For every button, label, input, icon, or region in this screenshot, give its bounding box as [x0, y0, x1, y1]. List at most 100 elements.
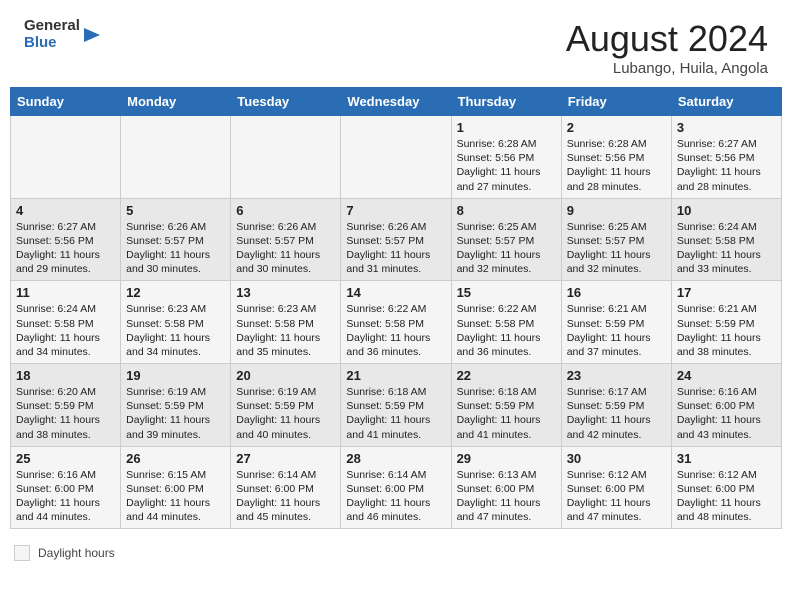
day-info: Sunrise: 6:28 AM Sunset: 5:56 PM Dayligh… — [567, 137, 666, 194]
day-number: 10 — [677, 203, 776, 218]
day-info: Sunrise: 6:23 AM Sunset: 5:58 PM Dayligh… — [236, 302, 335, 359]
day-cell-15: 15 Sunrise: 6:22 AM Sunset: 5:58 PM Dayli… — [451, 281, 561, 364]
logo-general-text: General — [24, 18, 80, 35]
day-number: 15 — [457, 285, 556, 300]
week-row-4: 18 Sunrise: 6:20 AM Sunset: 5:59 PM Dayli… — [11, 364, 782, 447]
day-info: Sunrise: 6:14 AM Sunset: 6:00 PM Dayligh… — [236, 468, 335, 525]
day-info: Sunrise: 6:15 AM Sunset: 6:00 PM Dayligh… — [126, 468, 225, 525]
day-cell-27: 27Sunrise: 6:14 AM Sunset: 6:00 PM Dayli… — [231, 446, 341, 529]
day-number: 16 — [567, 285, 666, 300]
day-info: Sunrise: 6:19 AM Sunset: 5:59 PM Dayligh… — [126, 385, 225, 442]
day-number: 2 — [567, 120, 666, 135]
day-info: Sunrise: 6:27 AM Sunset: 5:56 PM Dayligh… — [16, 220, 115, 277]
logo-chevron-icon — [82, 26, 100, 44]
logo-text-block: General Blue — [24, 18, 80, 51]
day-number: 14 — [346, 285, 445, 300]
day-cell-5: 5 Sunrise: 6:26 AM Sunset: 5:57 PM Daylig… — [121, 198, 231, 281]
day-cell-25: 25 Sunrise: 6:16 AM Sunset: 6:00 PM Dayli… — [11, 446, 121, 529]
day-header-sunday: Sunday — [11, 88, 121, 116]
day-info: Sunrise: 6:26 AM Sunset: 5:57 PM Dayligh… — [236, 220, 335, 277]
day-cell-21: 21Sunrise: 6:18 AM Sunset: 5:59 PM Dayli… — [341, 364, 451, 447]
day-number: 6 — [236, 203, 335, 218]
week-row-5: 25 Sunrise: 6:16 AM Sunset: 6:00 PM Dayli… — [11, 446, 782, 529]
day-cell-23: 23 Sunrise: 6:17 AM Sunset: 5:59 PM Dayli… — [561, 364, 671, 447]
day-info: Sunrise: 6:18 AM Sunset: 5:59 PM Dayligh… — [457, 385, 556, 442]
day-info: Sunrise: 6:28 AM Sunset: 5:56 PM Dayligh… — [457, 137, 556, 194]
calendar-title: August 2024 — [566, 18, 768, 60]
empty-cell — [231, 116, 341, 199]
empty-cell — [11, 116, 121, 199]
day-info: Sunrise: 6:25 AM Sunset: 5:57 PM Dayligh… — [567, 220, 666, 277]
day-info: Sunrise: 6:17 AM Sunset: 5:59 PM Dayligh… — [567, 385, 666, 442]
day-info: Sunrise: 6:21 AM Sunset: 5:59 PM Dayligh… — [677, 302, 776, 359]
day-number: 12 — [126, 285, 225, 300]
day-number: 28 — [346, 451, 445, 466]
day-cell-20: 20 Sunrise: 6:19 AM Sunset: 5:59 PM Dayli… — [231, 364, 341, 447]
day-info: Sunrise: 6:22 AM Sunset: 5:58 PM Dayligh… — [457, 302, 556, 359]
day-cell-4: 4 Sunrise: 6:27 AM Sunset: 5:56 PM Daylig… — [11, 198, 121, 281]
day-number: 26 — [126, 451, 225, 466]
day-info: Sunrise: 6:21 AM Sunset: 5:59 PM Dayligh… — [567, 302, 666, 359]
logo: General Blue — [24, 18, 100, 51]
day-header-monday: Monday — [121, 88, 231, 116]
title-block: August 2024 Lubango, Huila, Angola — [566, 18, 768, 77]
day-cell-9: 9 Sunrise: 6:25 AM Sunset: 5:57 PM Daylig… — [561, 198, 671, 281]
day-cell-14: 14 Sunrise: 6:22 AM Sunset: 5:58 PM Dayli… — [341, 281, 451, 364]
logo-container: General Blue — [24, 18, 100, 51]
day-cell-30: 30 Sunrise: 6:12 AM Sunset: 6:00 PM Dayli… — [561, 446, 671, 529]
day-number: 13 — [236, 285, 335, 300]
day-info: Sunrise: 6:24 AM Sunset: 5:58 PM Dayligh… — [677, 220, 776, 277]
day-number: 20 — [236, 368, 335, 383]
day-header-thursday: Thursday — [451, 88, 561, 116]
empty-cell — [341, 116, 451, 199]
calendar-wrap: SundayMondayTuesdayWednesdayThursdayFrid… — [0, 87, 792, 539]
day-number: 9 — [567, 203, 666, 218]
day-info: Sunrise: 6:12 AM Sunset: 6:00 PM Dayligh… — [677, 468, 776, 525]
day-header-tuesday: Tuesday — [231, 88, 341, 116]
day-cell-12: 12Sunrise: 6:23 AM Sunset: 5:58 PM Dayli… — [121, 281, 231, 364]
day-number: 3 — [677, 120, 776, 135]
day-info: Sunrise: 6:26 AM Sunset: 5:57 PM Dayligh… — [126, 220, 225, 277]
day-cell-6: 6 Sunrise: 6:26 AM Sunset: 5:57 PM Daylig… — [231, 198, 341, 281]
day-number: 31 — [677, 451, 776, 466]
day-number: 24 — [677, 368, 776, 383]
week-row-1: 1 Sunrise: 6:28 AM Sunset: 5:56 PM Daylig… — [11, 116, 782, 199]
day-cell-28: 28Sunrise: 6:14 AM Sunset: 6:00 PM Dayli… — [341, 446, 451, 529]
day-info: Sunrise: 6:22 AM Sunset: 5:58 PM Dayligh… — [346, 302, 445, 359]
day-number: 22 — [457, 368, 556, 383]
day-cell-3: 3Sunrise: 6:27 AM Sunset: 5:56 PM Daylig… — [671, 116, 781, 199]
day-number: 30 — [567, 451, 666, 466]
day-cell-7: 7Sunrise: 6:26 AM Sunset: 5:57 PM Daylig… — [341, 198, 451, 281]
day-cell-10: 10 Sunrise: 6:24 AM Sunset: 5:58 PM Dayli… — [671, 198, 781, 281]
day-number: 19 — [126, 368, 225, 383]
day-number: 29 — [457, 451, 556, 466]
day-number: 25 — [16, 451, 115, 466]
day-cell-17: 17Sunrise: 6:21 AM Sunset: 5:59 PM Dayli… — [671, 281, 781, 364]
calendar-subtitle: Lubango, Huila, Angola — [566, 60, 768, 77]
header-row: SundayMondayTuesdayWednesdayThursdayFrid… — [11, 88, 782, 116]
day-cell-2: 2 Sunrise: 6:28 AM Sunset: 5:56 PM Daylig… — [561, 116, 671, 199]
day-cell-11: 11Sunrise: 6:24 AM Sunset: 5:58 PM Dayli… — [11, 281, 121, 364]
day-cell-19: 19 Sunrise: 6:19 AM Sunset: 5:59 PM Dayli… — [121, 364, 231, 447]
logo-blue-text: Blue — [24, 35, 80, 52]
day-number: 23 — [567, 368, 666, 383]
day-cell-16: 16 Sunrise: 6:21 AM Sunset: 5:59 PM Dayli… — [561, 281, 671, 364]
day-cell-22: 22 Sunrise: 6:18 AM Sunset: 5:59 PM Dayli… — [451, 364, 561, 447]
day-info: Sunrise: 6:18 AM Sunset: 5:59 PM Dayligh… — [346, 385, 445, 442]
day-header-friday: Friday — [561, 88, 671, 116]
page-header: General Blue August 2024 Lubango, Huila,… — [0, 0, 792, 87]
day-number: 4 — [16, 203, 115, 218]
day-cell-1: 1 Sunrise: 6:28 AM Sunset: 5:56 PM Daylig… — [451, 116, 561, 199]
day-cell-24: 24Sunrise: 6:16 AM Sunset: 6:00 PM Dayli… — [671, 364, 781, 447]
day-info: Sunrise: 6:16 AM Sunset: 6:00 PM Dayligh… — [16, 468, 115, 525]
day-info: Sunrise: 6:26 AM Sunset: 5:57 PM Dayligh… — [346, 220, 445, 277]
day-info: Sunrise: 6:19 AM Sunset: 5:59 PM Dayligh… — [236, 385, 335, 442]
day-number: 1 — [457, 120, 556, 135]
day-cell-8: 8Sunrise: 6:25 AM Sunset: 5:57 PM Daylig… — [451, 198, 561, 281]
day-cell-18: 18 Sunrise: 6:20 AM Sunset: 5:59 PM Dayli… — [11, 364, 121, 447]
day-info: Sunrise: 6:24 AM Sunset: 5:58 PM Dayligh… — [16, 302, 115, 359]
day-info: Sunrise: 6:20 AM Sunset: 5:59 PM Dayligh… — [16, 385, 115, 442]
day-info: Sunrise: 6:12 AM Sunset: 6:00 PM Dayligh… — [567, 468, 666, 525]
day-number: 5 — [126, 203, 225, 218]
day-number: 18 — [16, 368, 115, 383]
